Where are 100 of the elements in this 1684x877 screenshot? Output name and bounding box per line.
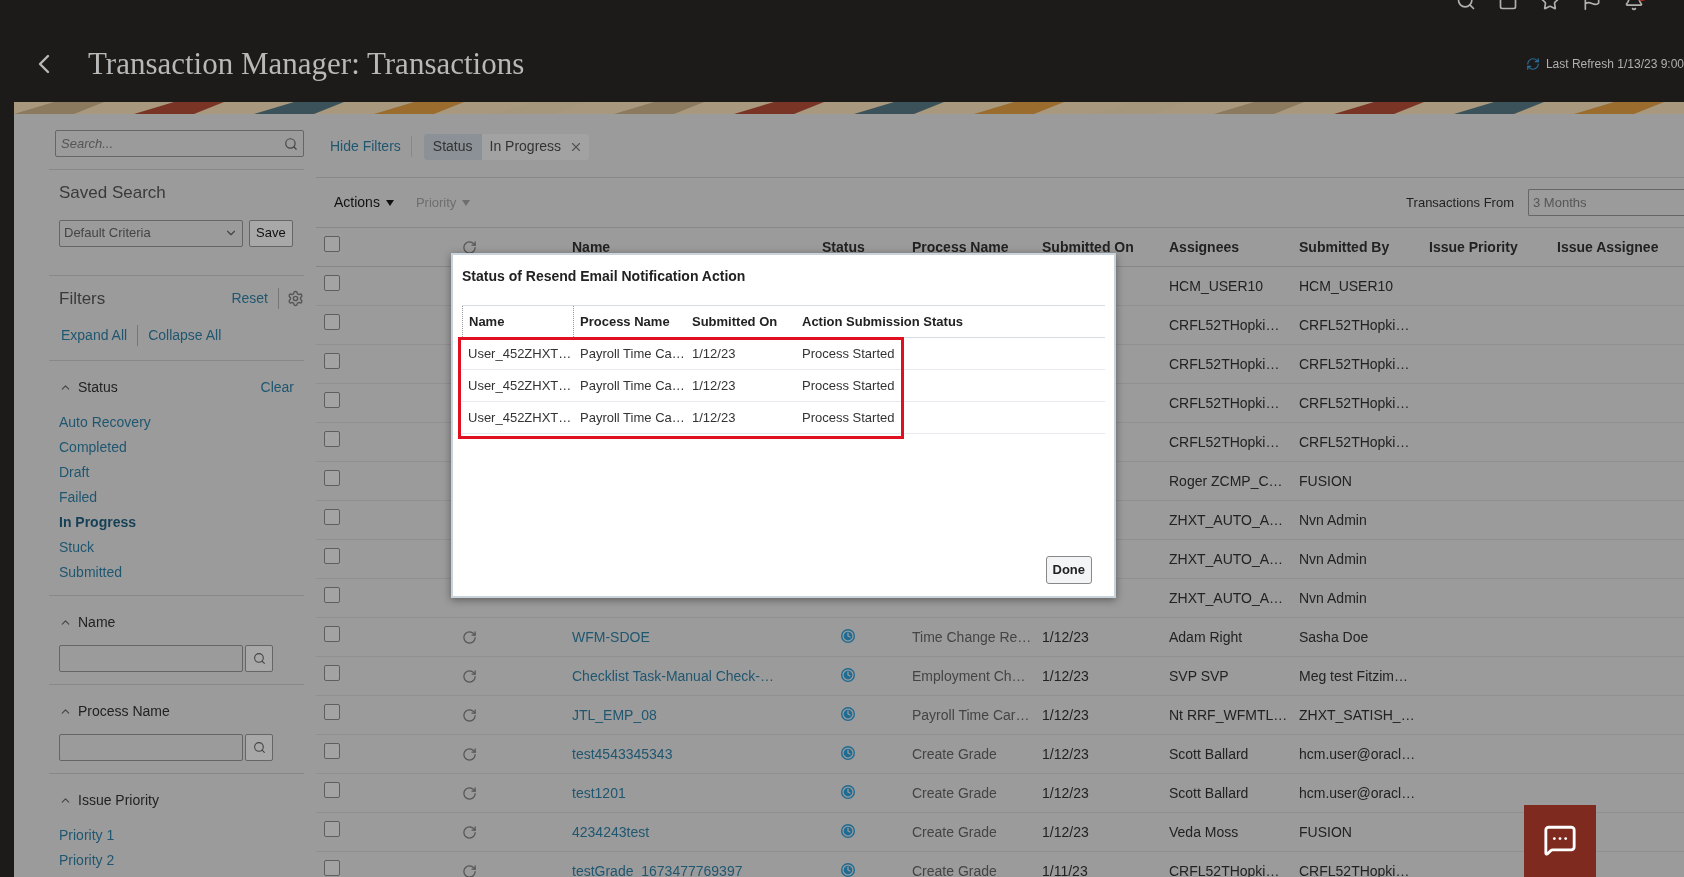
checkbox[interactable] (324, 665, 340, 681)
table-cell: CRFL52THopki… (1169, 394, 1280, 411)
table-cell-text: 1/12/23 (691, 344, 737, 363)
table-cell: Nvn Admin (1299, 550, 1367, 567)
checkbox[interactable] (324, 548, 340, 564)
filter-option-link[interactable]: Completed (59, 437, 304, 458)
table-cell: ZHXT_AUTO_A… (1169, 550, 1284, 567)
column-header[interactable]: Process Name (574, 306, 686, 337)
column-header[interactable]: Assignees (1160, 236, 1290, 258)
column-header[interactable]: Issue Assignee (1548, 236, 1684, 258)
table-cell: 1/12/23 (1042, 745, 1089, 762)
table-cell: ZHXT_AUTO_A… (1169, 589, 1284, 606)
done-button[interactable]: Done (1045, 556, 1092, 584)
table-cell: ZHXT_AUTO_A… (1169, 511, 1284, 528)
resubmit-icon[interactable] (462, 668, 477, 684)
search-field[interactable]: Search... (55, 130, 304, 157)
search-button[interactable] (245, 645, 273, 672)
checkbox[interactable] (324, 626, 340, 642)
filter-search-field[interactable] (59, 645, 243, 672)
search-icon (252, 741, 266, 754)
filter-option-link[interactable]: Failed (59, 487, 304, 508)
saved-search-dropdown[interactable]: Default Criteria (59, 219, 243, 247)
checkbox[interactable] (324, 431, 340, 447)
expand-all-link[interactable]: Expand All (59, 325, 139, 346)
checkbox[interactable] (324, 587, 340, 603)
reset-link[interactable]: Reset (231, 287, 279, 309)
save-button[interactable]: Save (249, 219, 293, 247)
filter-option-link[interactable]: In Progress (59, 512, 304, 533)
checkbox[interactable] (324, 860, 340, 876)
filter-option-link[interactable]: Draft (59, 462, 304, 483)
filter-option-link[interactable]: Priority 2 (59, 850, 304, 871)
resubmit-icon[interactable] (462, 824, 477, 840)
resubmit-icon[interactable] (462, 629, 477, 645)
table-cell: HCM_USER10 (1169, 277, 1264, 294)
resubmit-icon[interactable] (462, 863, 477, 877)
checkbox[interactable] (324, 314, 340, 330)
column-header[interactable]: Issue Priority (1420, 236, 1548, 258)
settings-icon[interactable] (287, 289, 304, 307)
actions-menu[interactable]: Actions (334, 192, 394, 213)
chat-button[interactable] (1524, 805, 1596, 877)
filter-option-link[interactable]: Submitted (59, 562, 304, 583)
saved-search-title: Saved Search (59, 182, 167, 204)
checkbox[interactable] (324, 782, 340, 798)
table-cell: CRFL52THopki… (1299, 355, 1410, 372)
collapse-all-link[interactable]: Collapse All (138, 325, 222, 346)
table-cell: ZHXT_SATISH_… (1299, 706, 1415, 723)
table-cell: Nvn Admin (1299, 511, 1367, 528)
column-header[interactable]: Submitted By (1290, 236, 1420, 258)
table-cell: FUSION (1299, 472, 1352, 489)
transaction-link[interactable]: JTL_EMP_08 (572, 706, 657, 723)
filter-section-title[interactable]: Status (78, 377, 255, 398)
page-title: Transaction Manager: Transactions (88, 44, 525, 83)
checkbox[interactable] (324, 275, 340, 291)
table-cell: Sasha Doe (1299, 628, 1369, 645)
transaction-link[interactable]: test1201 (572, 784, 626, 801)
table-cell-text: 1/12/23 (691, 376, 737, 395)
column-header[interactable]: Name (462, 306, 574, 337)
table-cell: 1/12/23 (1042, 628, 1089, 645)
search-button[interactable] (245, 734, 273, 761)
search-input[interactable]: Search... (61, 133, 284, 154)
checkbox[interactable] (324, 704, 340, 720)
checkbox[interactable] (324, 470, 340, 486)
resubmit-icon[interactable] (462, 785, 477, 801)
table-cell: Adam Right (1169, 628, 1243, 645)
transaction-link[interactable]: WFM-SDOE (572, 628, 650, 645)
filter-section-title[interactable]: Name (78, 612, 304, 633)
table-cell: Roger ZCMP_C… (1169, 472, 1283, 489)
transactions-from-dropdown[interactable]: 3 Months (1528, 189, 1684, 216)
column-header[interactable]: Action Submission Status (796, 306, 1105, 337)
resubmit-icon[interactable] (462, 239, 477, 255)
checkbox[interactable] (324, 509, 340, 525)
transaction-link[interactable]: 4234243test (572, 823, 650, 840)
transaction-link[interactable]: test4543345343 (572, 745, 673, 762)
transactions-from-label: Transactions From (1406, 193, 1514, 212)
filter-option-link[interactable]: Priority 1 (59, 825, 304, 846)
clear-link[interactable]: Clear (260, 377, 304, 398)
filter-search-field[interactable] (59, 734, 243, 761)
resubmit-icon[interactable] (462, 707, 477, 723)
refresh-icon[interactable] (1525, 57, 1540, 71)
checkbox[interactable] (324, 743, 340, 759)
table-cell: Veda Moss (1169, 823, 1239, 840)
table-cell: CRFL52THopki… (1169, 316, 1280, 333)
chip-value: In Progress (488, 137, 563, 156)
checkbox[interactable] (324, 236, 340, 252)
resubmit-icon[interactable] (462, 746, 477, 762)
checkbox[interactable] (324, 353, 340, 369)
table-cell: hcm.user@oracl… (1299, 784, 1416, 801)
table-cell: Create Grade (912, 823, 997, 840)
checkbox[interactable] (324, 821, 340, 837)
filter-option-link[interactable]: Stuck (59, 537, 304, 558)
table-cell: Create Grade (912, 745, 997, 762)
hide-filters-link[interactable]: Hide Filters (330, 136, 412, 157)
column-header[interactable]: Submitted On (686, 306, 796, 337)
filter-section-title[interactable]: Issue Priority (78, 790, 304, 811)
table-cell: CRFL52THopki… (1299, 316, 1410, 333)
checkbox[interactable] (324, 392, 340, 408)
filter-option-link[interactable]: Auto Recovery (59, 412, 304, 433)
filter-section-title[interactable]: Process Name (78, 701, 304, 722)
filter-chip[interactable]: Status In Progress (423, 133, 590, 160)
transaction-link[interactable]: Checklist Task-Manual Check-… (572, 667, 775, 684)
